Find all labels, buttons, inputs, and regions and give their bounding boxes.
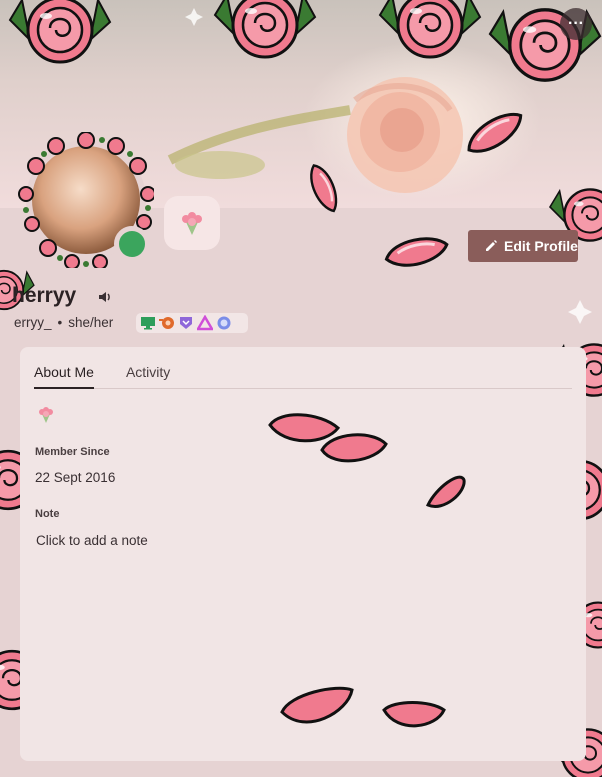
tab-activity[interactable]: Activity xyxy=(126,347,170,388)
nitro-badge-icon[interactable] xyxy=(178,315,194,331)
hypesquad-badge-icon[interactable] xyxy=(159,315,175,331)
more-options-button[interactable]: ··· xyxy=(560,8,592,40)
profile-panel: About Me Activity Member Since 22 Sept 2… xyxy=(20,347,586,761)
member-since-value: 22 Sept 2016 xyxy=(35,470,116,485)
triangle-badge-icon[interactable] xyxy=(197,315,213,331)
pencil-icon xyxy=(486,240,497,251)
badge-list xyxy=(136,313,248,333)
username-line: erryy_ • she/her xyxy=(14,315,113,330)
bouquet-emoji-icon xyxy=(39,407,53,423)
profile-card: ··· Edit Profile herryy erryy_ • she/her… xyxy=(0,0,602,777)
server-boost-badge-icon[interactable] xyxy=(216,315,232,331)
avatar[interactable] xyxy=(18,132,154,268)
profile-tabs: About Me Activity xyxy=(34,347,572,389)
note-label: Note xyxy=(35,508,60,520)
member-since-label: Member Since xyxy=(35,446,110,458)
edit-profile-label: Edit Profile xyxy=(504,238,578,254)
bouquet-badge[interactable] xyxy=(164,196,220,250)
edit-profile-button[interactable]: Edit Profile xyxy=(468,230,578,262)
tab-about-me[interactable]: About Me xyxy=(34,347,94,389)
speaker-icon[interactable] xyxy=(97,289,113,305)
bouquet-icon xyxy=(182,212,202,235)
username: erryy_ xyxy=(14,315,52,330)
display-name: herryy xyxy=(12,284,77,307)
note-input[interactable]: Click to add a note xyxy=(36,533,148,548)
active-developer-badge-icon[interactable] xyxy=(140,315,156,331)
pronouns: she/her xyxy=(68,315,114,330)
online-status-icon xyxy=(114,226,150,262)
separator: • xyxy=(57,315,63,330)
